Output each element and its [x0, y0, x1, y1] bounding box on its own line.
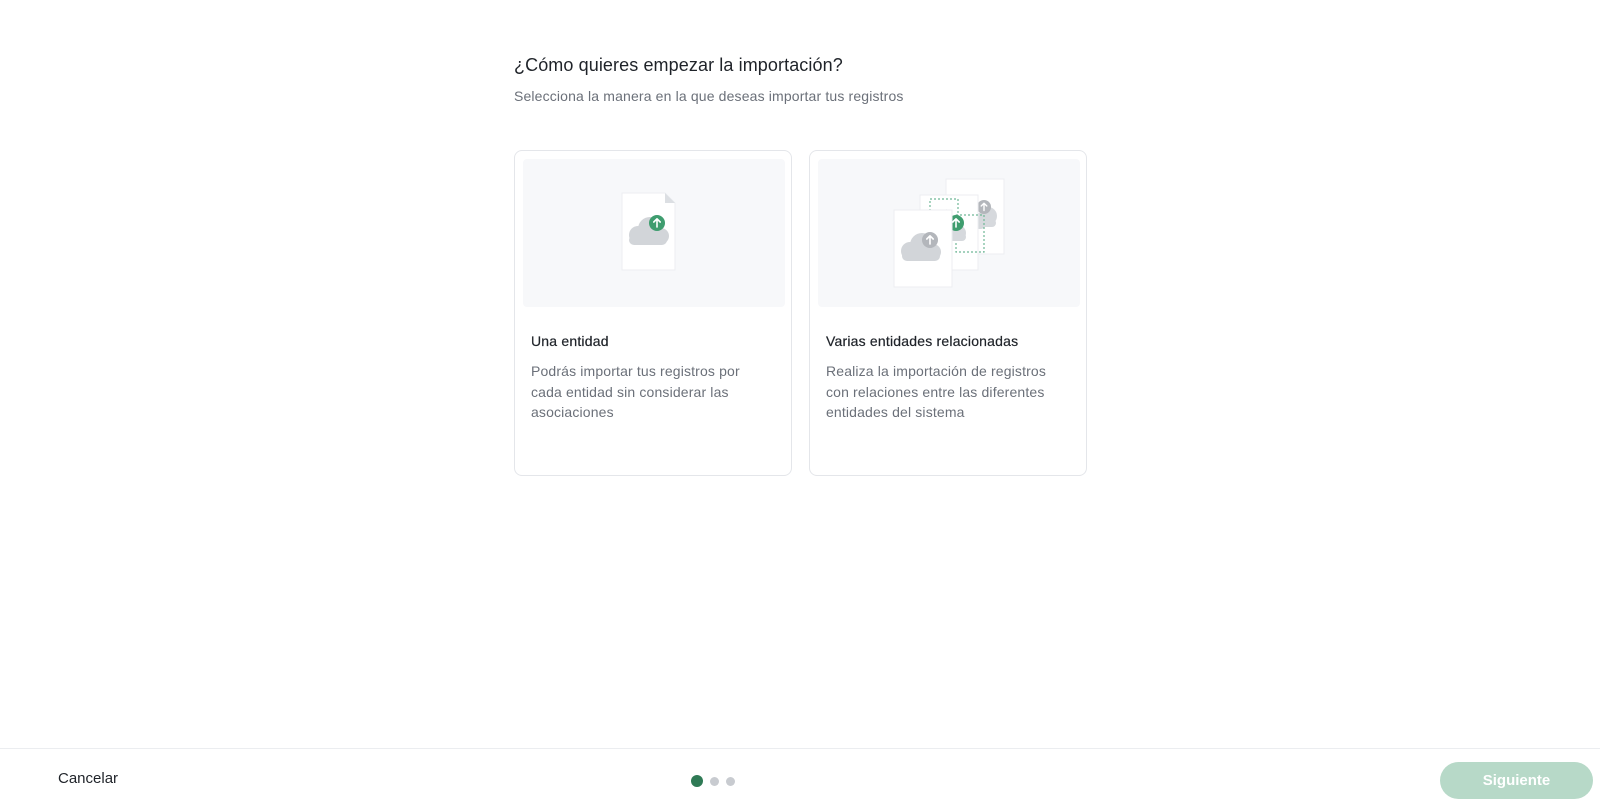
page-subtitle: Selecciona la manera en la que deseas im… [514, 88, 904, 104]
option-card-single-entity[interactable]: Una entidad Podrás importar tus registro… [514, 150, 792, 476]
main-content: ¿Cómo quieres empezar la importación? Se… [514, 52, 1090, 476]
option-title: Varias entidades relacionadas [826, 333, 1019, 349]
option-description: Podrás importar tus registros por cada e… [531, 363, 740, 420]
step-dot [710, 776, 719, 786]
option-description: Realiza la importación de registros con … [826, 363, 1047, 420]
import-options: Una entidad Podrás importar tus registro… [514, 150, 1087, 476]
step-dot [726, 776, 735, 786]
single-file-upload-icon [523, 159, 785, 307]
step-dot-current [691, 775, 703, 787]
option-title: Una entidad [531, 333, 609, 349]
cancel-button[interactable]: Cancelar [58, 770, 118, 787]
step-indicator [691, 775, 735, 787]
multiple-files-upload-icon [818, 159, 1080, 307]
next-button[interactable]: Siguiente [1440, 762, 1593, 799]
import-wizard-page: ¿Cómo quieres empezar la importación? Se… [0, 0, 1600, 803]
page-title: ¿Cómo quieres empezar la importación? [514, 55, 843, 75]
wizard-footer: Cancelar Siguiente [0, 748, 1600, 803]
option-card-related-entities[interactable]: Varias entidades relacionadas Realiza la… [809, 150, 1087, 476]
